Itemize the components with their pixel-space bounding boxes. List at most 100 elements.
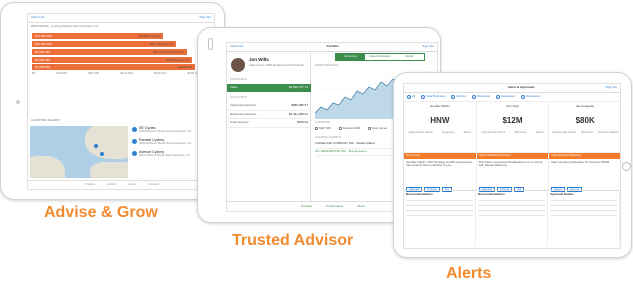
client-name: Jennifer Martin bbox=[429, 103, 450, 108]
segment-control: Summary Asset Allocation Detail bbox=[335, 53, 425, 61]
client-cards: Jennifer Martin HNW Opportunity Score Segme… bbox=[404, 101, 620, 152]
detail-line bbox=[478, 205, 545, 207]
metric-label: Opportunity Score bbox=[551, 131, 577, 135]
bar-name-label: San Francisco Flux Inc. bbox=[153, 49, 185, 54]
detail-panel: Recommendations bbox=[476, 189, 548, 246]
segment-2[interactable]: Detail bbox=[395, 54, 424, 60]
filter-label: Delegated bbox=[501, 94, 515, 98]
compare-option[interactable]: Russell 2000 bbox=[338, 127, 360, 131]
client-card[interactable]: Jennifer Martin HNW Opportunity Score Segme… bbox=[404, 101, 477, 152]
list-pin-icon bbox=[132, 150, 137, 156]
compare-label: S&P 500 bbox=[319, 126, 331, 130]
detail-panel: Recommendations bbox=[404, 189, 476, 246]
filter-chip[interactable]: New Business bbox=[421, 94, 445, 99]
filter-circle-icon bbox=[451, 94, 456, 99]
account-label: Cash Account bbox=[230, 120, 249, 125]
bar: $1,000,000 bbox=[32, 64, 195, 71]
bar-row[interactable]: $10,000,000 Dan Francisco Co. bbox=[32, 40, 212, 47]
metric-label: Revenue bbox=[581, 131, 594, 135]
axis-tick-label: $80,000 bbox=[88, 72, 100, 76]
filter-chip[interactable]: All bbox=[407, 94, 415, 99]
detail-line bbox=[550, 200, 617, 202]
portfolio-value-row[interactable]: Value $4,556,377.74 bbox=[227, 84, 311, 92]
client-sub: Client since 1990 Exclusive Plus Portfol… bbox=[249, 64, 305, 67]
filter-chip[interactable]: Service bbox=[451, 94, 466, 99]
list-item-addr: 2400 Mission Street San Francisco, CA bbox=[139, 142, 192, 146]
map-view[interactable] bbox=[30, 126, 128, 178]
list-pin-icon bbox=[132, 138, 137, 144]
metric-label: Segment bbox=[442, 131, 455, 135]
list-item-addr: 1450 Mission Street San Francisco, CA bbox=[139, 130, 192, 134]
alert-card[interactable]: New Lead Jennifer Martin, SVP Strategy at… bbox=[404, 151, 477, 192]
bar-row[interactable]: $2,000,000 San Francisco Flux Inc. bbox=[32, 48, 212, 55]
account-value: $165.23 bbox=[297, 120, 308, 125]
account-row[interactable]: Cash Account $165.23 bbox=[227, 119, 311, 128]
account-row[interactable]: Retirement Account $3,461,389.51 bbox=[227, 111, 311, 120]
filter-chip[interactable]: Retention bbox=[472, 94, 491, 99]
filter-circle-icon bbox=[407, 94, 411, 99]
list-pin-icon bbox=[132, 127, 137, 132]
axis-tick-label: $160,000 bbox=[153, 72, 167, 76]
promo-composite: Client List Sign Out PROGRAMS - Cycling … bbox=[0, 0, 633, 291]
bar-row[interactable]: $72,000,000 Jonathan Conlen bbox=[32, 33, 212, 40]
client-list-link[interactable]: Client List bbox=[230, 44, 243, 49]
tab-item[interactable]: Profiles bbox=[85, 182, 95, 189]
nav-bar: Alerts & Approvals Sign Out bbox=[404, 84, 620, 93]
filter-bar: All New Business Service Retention Delegated… bbox=[404, 93, 620, 102]
map-land bbox=[30, 156, 65, 178]
account-row[interactable]: Investment Account $986,486.57 bbox=[227, 102, 311, 111]
alert-card[interactable]: New Account Request New pending applicati… bbox=[549, 151, 620, 192]
filter-chip[interactable]: Completed bbox=[520, 94, 540, 99]
filter-circle-icon bbox=[421, 94, 426, 99]
compare-option[interactable]: Dow Jones bbox=[368, 127, 387, 131]
compare-option[interactable]: S&P 500 bbox=[315, 127, 331, 131]
screen-alerts: Alerts & Approvals Sign Out All New Busin… bbox=[403, 83, 621, 249]
map-pin-icon[interactable] bbox=[100, 152, 104, 156]
bar-value-label: $10,000,000 bbox=[35, 41, 52, 46]
list-text: Ramsel Cyclery 2400 Mission Street San Fr… bbox=[139, 138, 191, 146]
portfolio-header: PORTFOLIO bbox=[230, 78, 248, 81]
alert-body: Jennifer Martin, SVP Strategy at ABC Ent… bbox=[406, 159, 473, 168]
client-name: Jon Wills bbox=[249, 57, 269, 62]
sign-out-link[interactable]: Sign Out bbox=[199, 15, 211, 20]
filter-label: Retention bbox=[477, 94, 491, 98]
client-card[interactable]: Kim Vogt $12M Opportunity Score Revenue Aler… bbox=[477, 101, 550, 152]
client-list-link[interactable]: Client List bbox=[31, 15, 44, 20]
alert-card[interactable]: Client Satisfaction Issue This client exp… bbox=[476, 151, 550, 192]
nav-title: Portfolio bbox=[326, 44, 339, 48]
tab-item[interactable]: Alerts bbox=[128, 182, 136, 189]
client-card[interactable]: Ian Coogerite $80K Opportunity Score Revenu… bbox=[549, 102, 620, 152]
segment-1[interactable]: Asset Allocation bbox=[365, 54, 394, 60]
detail-line bbox=[406, 215, 473, 217]
metric-label: Revenue bbox=[514, 131, 527, 135]
filter-circle-icon bbox=[520, 94, 525, 99]
axis-tick-label: $0 bbox=[32, 72, 36, 76]
nav-bar: Client List Sign Out bbox=[28, 14, 214, 23]
tablet-advise: Client List Sign Out PROGRAMS - Cycling … bbox=[0, 2, 225, 200]
tab-item[interactable]: Activity bbox=[107, 182, 117, 189]
tab-item[interactable]: Stock bbox=[357, 204, 365, 211]
filter-chip[interactable]: Delegated bbox=[496, 94, 515, 99]
client-metric-labels: Opportunity Score Revenue Alerts bbox=[477, 131, 549, 135]
detail-line bbox=[406, 210, 473, 212]
client-metric-labels: Opportunity Score Revenue Account Status bbox=[549, 131, 620, 135]
nav-bar: Client List Portfolio Sign Out bbox=[227, 43, 437, 52]
bar-row[interactable]: $1,000,000 Adams Ltd. bbox=[32, 64, 212, 71]
detail-header: Recommendations bbox=[406, 192, 433, 196]
tablet-camera bbox=[16, 100, 20, 104]
bar-row[interactable]: $2,000,000 Saint Marcos Ltd. bbox=[32, 56, 212, 63]
metric-label: Alerts bbox=[535, 131, 544, 135]
segment-0[interactable]: Summary bbox=[336, 54, 366, 60]
side-button bbox=[208, 38, 213, 50]
map-pin-icon[interactable] bbox=[94, 144, 98, 148]
sign-out-link[interactable]: Sign Out bbox=[605, 85, 617, 90]
detail-line bbox=[550, 205, 617, 207]
sign-out-link[interactable]: Sign Out bbox=[422, 44, 434, 49]
tab-item[interactable]: Performance bbox=[326, 204, 343, 211]
map-land bbox=[85, 126, 128, 159]
checkbox-icon bbox=[368, 127, 372, 131]
portfolio-value-label: Value bbox=[230, 85, 238, 89]
tab-item[interactable]: Network bbox=[148, 182, 159, 189]
tab-item[interactable]: Portfolio bbox=[301, 204, 312, 211]
account-value: $3,461,389.51 bbox=[288, 111, 308, 116]
